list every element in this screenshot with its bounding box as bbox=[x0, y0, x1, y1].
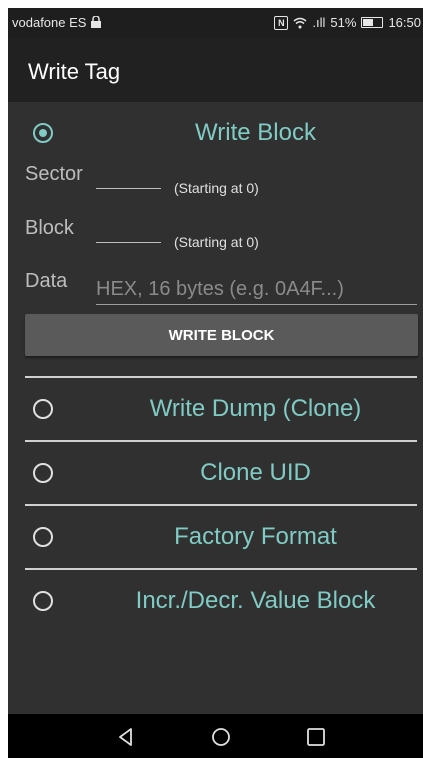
back-icon[interactable] bbox=[115, 726, 137, 748]
sector-input[interactable] bbox=[96, 188, 161, 189]
block-label: Block bbox=[25, 217, 74, 239]
sector-label: Sector bbox=[25, 163, 83, 185]
option-write-block[interactable]: Write Block bbox=[8, 102, 423, 164]
home-icon[interactable] bbox=[210, 726, 232, 748]
status-bar: vodafone ES N .ıll 51% 16:50 bbox=[8, 8, 423, 38]
radio-clone-uid[interactable] bbox=[33, 463, 53, 483]
option-clone-uid[interactable]: Clone UID bbox=[8, 442, 423, 504]
radio-value-block[interactable] bbox=[33, 591, 53, 611]
option-factory-format-label: Factory Format bbox=[174, 523, 337, 550]
option-value-block-label: Incr./Decr. Value Block bbox=[135, 587, 376, 614]
recents-icon[interactable] bbox=[305, 726, 327, 748]
block-input[interactable] bbox=[96, 242, 161, 243]
page-title: Write Tag bbox=[28, 59, 121, 84]
navigation-bar bbox=[8, 714, 423, 758]
sector-hint: (Starting at 0) bbox=[174, 180, 259, 196]
clock: 16:50 bbox=[388, 15, 421, 30]
app-toolbar: Write Tag bbox=[8, 38, 423, 102]
option-clone-uid-label: Clone UID bbox=[200, 459, 311, 486]
battery-percent: 51% bbox=[330, 15, 357, 30]
option-write-dump-label: Write Dump (Clone) bbox=[149, 395, 362, 422]
block-hint: (Starting at 0) bbox=[174, 234, 259, 250]
signal-icon: .ıll bbox=[312, 15, 326, 30]
sim-lock-icon bbox=[91, 15, 102, 28]
radio-write-dump[interactable] bbox=[33, 399, 53, 419]
carrier-name: vodafone ES bbox=[12, 15, 102, 30]
option-factory-format[interactable]: Factory Format bbox=[8, 506, 423, 568]
option-write-block-label: Write Block bbox=[195, 119, 316, 146]
option-write-dump[interactable]: Write Dump (Clone) bbox=[8, 378, 423, 440]
radio-write-block[interactable] bbox=[33, 123, 53, 143]
write-block-button[interactable]: WRITE BLOCK bbox=[25, 314, 418, 356]
wifi-icon bbox=[293, 17, 307, 28]
phone-screen: vodafone ES N .ıll 51% 16:50 Write Tag W… bbox=[8, 8, 423, 758]
data-label: Data bbox=[25, 270, 68, 292]
option-value-block[interactable]: Incr./Decr. Value Block bbox=[8, 570, 423, 632]
radio-factory-format[interactable] bbox=[33, 527, 53, 547]
nfc-icon: N bbox=[274, 15, 289, 30]
data-input[interactable] bbox=[96, 274, 417, 305]
battery-icon bbox=[361, 17, 384, 28]
